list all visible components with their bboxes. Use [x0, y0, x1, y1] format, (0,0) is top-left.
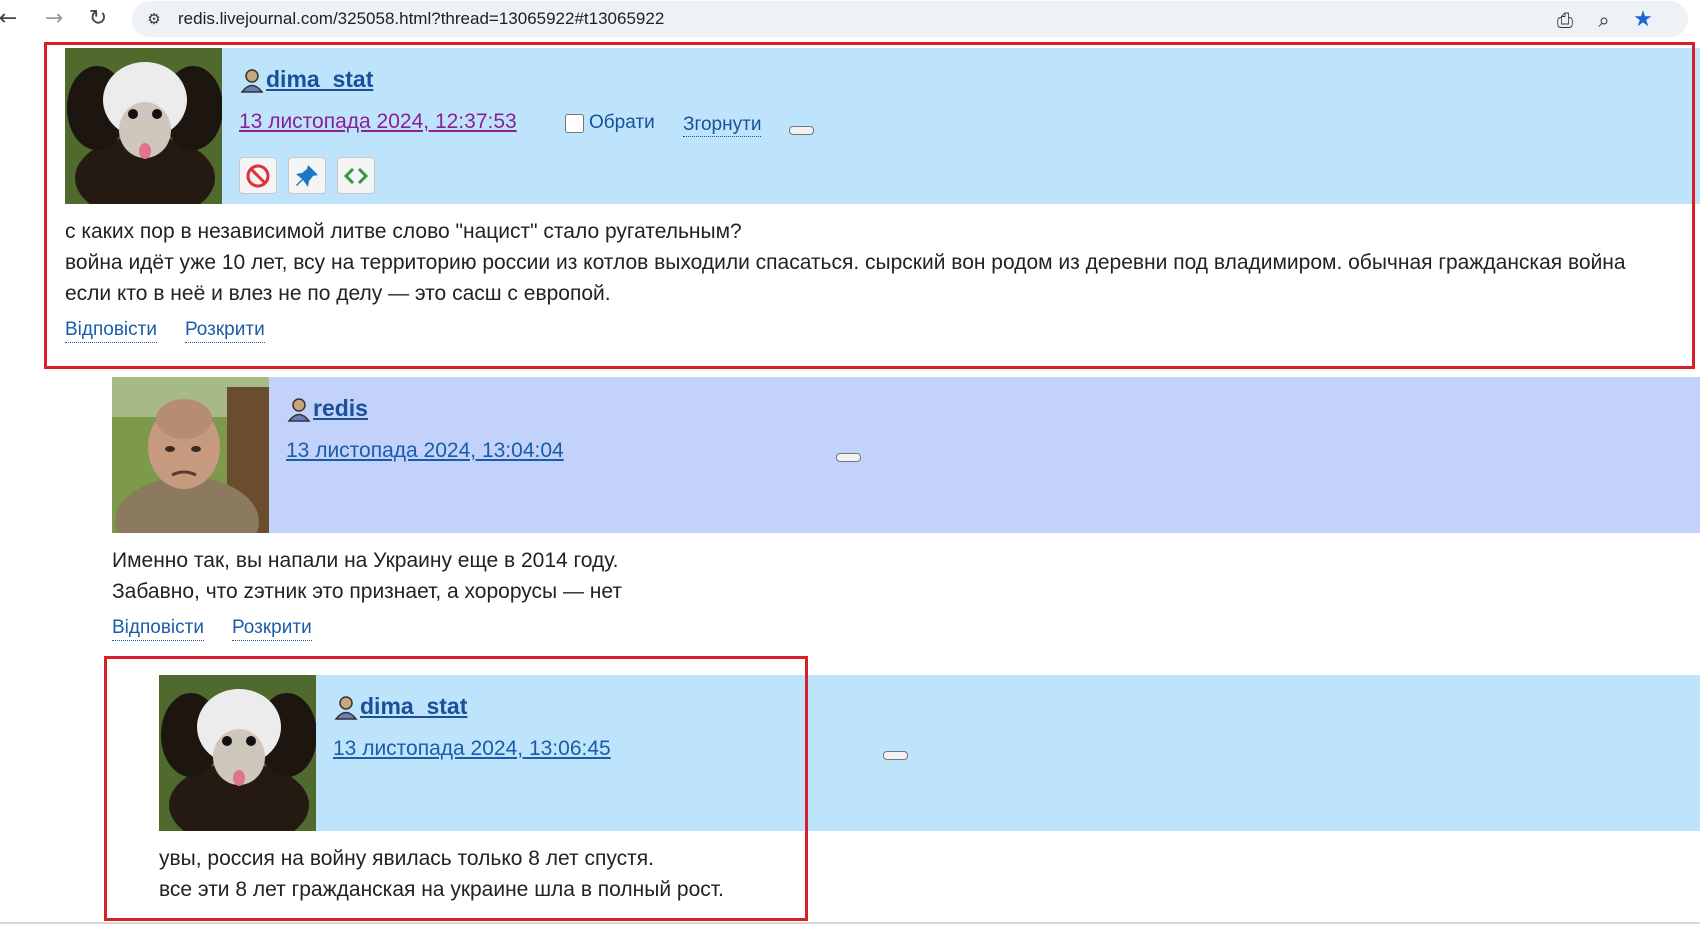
comment-line: если кто в неё и влез не по делу — это с…	[65, 282, 611, 305]
expand-link[interactable]: Розкрити	[184, 318, 265, 343]
user-line: redis	[286, 395, 368, 422]
comment-header: dima_stat 13 листопада 2024, 13:06:45	[159, 675, 1700, 831]
comment-line: увы, россия на войну явилась только 8 ле…	[159, 847, 654, 870]
comment-header: dima_stat 13 листопада 2024, 12:37:53 Об…	[65, 48, 1700, 204]
select-checkbox[interactable]	[565, 113, 584, 133]
forward-icon[interactable]: →	[40, 4, 68, 32]
expand-link[interactable]: Розкрити	[231, 616, 312, 641]
username-link[interactable]: dima_stat	[266, 66, 373, 93]
back-icon[interactable]: ←	[0, 4, 22, 32]
comment-timestamp-link[interactable]: 13 листопада 2024, 12:37:53	[239, 110, 517, 134]
select-checkbox-wrap[interactable]: Обрати	[565, 112, 655, 134]
toggle-handle[interactable]	[836, 453, 861, 462]
user-icon[interactable]	[239, 67, 265, 93]
divider	[0, 922, 1700, 924]
browser-toolbar: ← → ↻ ⚙ redis.livejournal.com/325058.htm…	[0, 0, 1700, 38]
comment-line: Забавно, что zэтник это признает, а хоро…	[112, 580, 623, 603]
comment-body: Именно так, вы напали на Украину еще в 2…	[112, 545, 622, 607]
comment-line: с каких пор в независимой литве слово "н…	[65, 220, 742, 243]
comment-body: увы, россия на войну явилась только 8 ле…	[159, 843, 724, 905]
toggle-handle[interactable]	[789, 126, 814, 135]
user-icon[interactable]	[286, 396, 312, 422]
comment-timestamp-link[interactable]: 13 листопада 2024, 13:06:45	[333, 737, 611, 761]
username-link[interactable]: redis	[313, 395, 368, 422]
comment-links: Відповісти Розкрити	[65, 318, 293, 343]
comment-header: redis 13 листопада 2024, 13:04:04	[112, 377, 1700, 533]
username-link[interactable]: dima_stat	[360, 693, 467, 720]
site-info-icon[interactable]: ⚙	[144, 9, 164, 29]
reload-icon[interactable]: ↻	[84, 4, 112, 32]
reply-link[interactable]: Відповісти	[112, 616, 204, 641]
comment-links: Відповісти Розкрити	[112, 616, 340, 641]
avatar[interactable]	[112, 377, 269, 533]
avatar[interactable]	[65, 48, 222, 204]
reply-link[interactable]: Відповісти	[65, 318, 157, 343]
user-line: dima_stat	[333, 693, 467, 720]
collapse-link[interactable]: Згорнути	[683, 114, 762, 137]
comment-line: все эти 8 лет гражданская на украине шла…	[159, 878, 724, 901]
comment-timestamp-link[interactable]: 13 листопада 2024, 13:04:04	[286, 439, 564, 463]
user-line: dima_stat	[239, 66, 373, 93]
comment-body: с каких пор в независимой литве слово "н…	[65, 216, 1626, 309]
comment-line: Именно так, вы напали на Украину еще в 2…	[112, 549, 619, 572]
bookmark-star-icon[interactable]: ★	[1630, 7, 1656, 33]
install-icon[interactable]: ⎙	[1552, 7, 1578, 33]
user-icon[interactable]	[333, 694, 359, 720]
pin-icon[interactable]	[288, 157, 326, 194]
select-label: Обрати	[589, 112, 655, 133]
address-bar[interactable]: ⚙ redis.livejournal.com/325058.html?thre…	[132, 1, 1688, 37]
comment-line: война идёт уже 10 лет, всу на территорию…	[65, 251, 1626, 274]
zoom-icon[interactable]: ⌕	[1591, 7, 1617, 33]
url-text[interactable]: redis.livejournal.com/325058.html?thread…	[178, 9, 664, 29]
code-icon[interactable]	[337, 157, 375, 194]
ban-icon[interactable]	[239, 157, 277, 194]
comment-actions-icons	[239, 157, 386, 194]
toggle-handle[interactable]	[883, 751, 908, 760]
avatar[interactable]	[159, 675, 316, 831]
